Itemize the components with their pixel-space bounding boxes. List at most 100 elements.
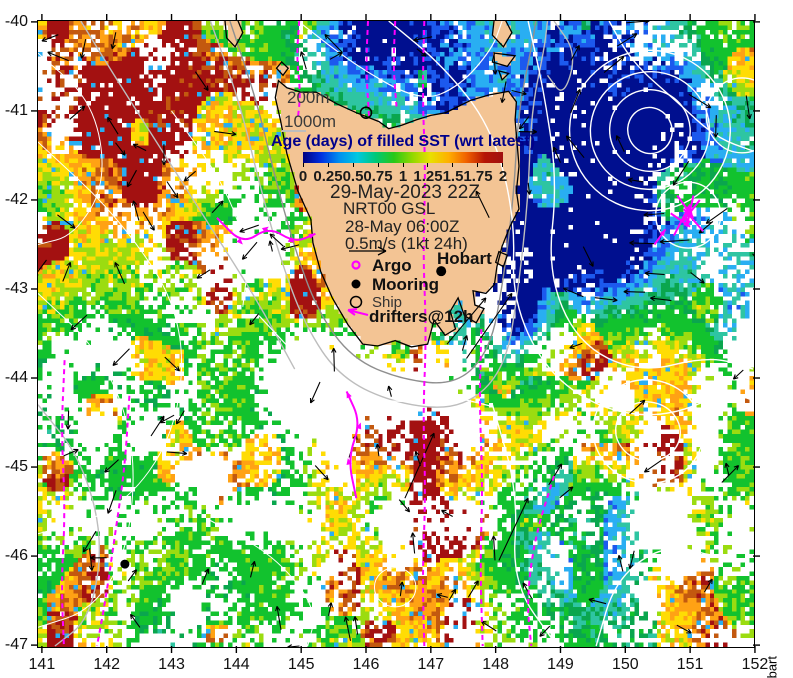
velocity-arrow	[627, 177, 644, 183]
drifter-track	[96, 395, 131, 647]
velocity-arrow	[461, 335, 469, 351]
y-tick-label: -40	[4, 12, 28, 30]
velocity-arrow	[629, 240, 656, 246]
colorbar-tick	[402, 163, 404, 167]
colorbar-tick-label: 0	[298, 168, 308, 185]
velocity-arrow	[399, 581, 405, 597]
velocity-arrow	[713, 115, 719, 138]
velocity-arrow	[518, 116, 530, 130]
drifter-track	[479, 328, 484, 647]
velocity-arrow	[166, 450, 188, 456]
x-tick-label: 150	[611, 656, 639, 673]
velocity-arrow	[491, 535, 497, 561]
colorbar-tick	[477, 163, 479, 167]
velocity-arrow	[142, 211, 155, 231]
velocity-arrow	[582, 246, 594, 267]
drifters-legend-label: drifters@12h	[369, 307, 474, 326]
coastline	[491, 52, 517, 68]
sst-contour-line	[258, 315, 493, 408]
velocity-arrow	[164, 356, 181, 372]
velocity-arrow	[448, 588, 457, 601]
y-tick-label: -42	[4, 190, 28, 208]
sst-contour-line	[38, 293, 134, 628]
colorbar-tick	[427, 163, 429, 167]
velocity-arrow	[69, 105, 86, 120]
velocity-arrow	[79, 38, 87, 59]
velocity-arrow	[175, 410, 185, 425]
velocity-arrow	[196, 269, 211, 279]
velocity-arrow	[239, 224, 259, 233]
velocity-arrow	[110, 32, 117, 50]
velocity-arrow	[414, 451, 422, 467]
x-tick-label: 152	[741, 656, 769, 673]
velocity-arrow	[732, 369, 744, 380]
x-tick-label: 147	[417, 656, 445, 673]
velocity-arrow	[650, 295, 672, 302]
velocity-arrow	[416, 48, 427, 57]
velocity-arrow	[690, 272, 705, 284]
depth-1000-label: 1000m	[284, 112, 336, 131]
drifter-track	[422, 21, 427, 647]
velocity-arrow	[62, 261, 72, 282]
velocity-arrow	[659, 239, 690, 245]
velocity-arrow	[570, 88, 581, 114]
map-overlay	[38, 21, 754, 647]
velocity-arrow	[150, 415, 165, 437]
mooring-legend-label: Mooring	[372, 275, 440, 294]
velocity-arrow	[201, 568, 210, 585]
velocity-arrow	[562, 287, 584, 298]
velocity-arrow	[352, 616, 359, 635]
x-tick-label: 145	[287, 656, 315, 673]
velocity-arrow	[211, 200, 224, 214]
velocity-arrow	[629, 399, 646, 415]
velocity-arrow	[183, 170, 197, 182]
velocity-arrow	[745, 95, 752, 120]
mooring-marker	[120, 559, 130, 569]
colorbar-tick	[303, 163, 304, 167]
x-tick-label: 151	[676, 656, 704, 673]
velocity-arrow	[107, 116, 119, 135]
drifter-track	[345, 390, 359, 499]
product-label: NRT00 GSL	[343, 199, 436, 218]
sst-contour-ring	[568, 49, 731, 212]
velocity-arrow	[327, 602, 334, 617]
drifter-track	[392, 21, 398, 107]
velocity-arrow	[623, 289, 646, 295]
velocity-arrow	[299, 51, 307, 70]
velocity-arrow	[249, 313, 260, 326]
velocity-arrow	[115, 142, 126, 156]
x-tick-label: 142	[93, 656, 121, 673]
colorbar-title: Age (days) of filled SST (wrt latest)	[270, 133, 536, 150]
velocity-arrow	[559, 486, 574, 499]
velocity-arrow	[63, 448, 79, 457]
y-tick-label: -41	[4, 101, 28, 119]
velocity-arrow	[617, 554, 624, 572]
velocity-arrow	[129, 613, 141, 628]
x-tick-label: 148	[482, 656, 509, 673]
colorbar-gradient	[303, 152, 503, 163]
velocity-arrow	[314, 465, 329, 481]
depth-1000-line-sample	[282, 130, 306, 132]
y-tick-label: -43	[4, 279, 28, 297]
velocity-arrow	[615, 135, 625, 152]
velocity-arrow	[724, 462, 730, 476]
x-tick-label: 141	[28, 656, 56, 673]
hobart-label: Hobart	[437, 249, 492, 268]
x-tick-label: 146	[352, 656, 380, 673]
sst-age-map-figure: 200m 1000m Age (days) of filled SST (wrt…	[0, 0, 793, 678]
drifter-track	[527, 475, 555, 647]
velocity-arrow	[112, 348, 130, 367]
x-tick-label: 143	[158, 656, 185, 673]
velocity-arrow	[643, 459, 662, 473]
velocity-arrow	[166, 181, 179, 199]
velocity-arrow	[548, 463, 563, 486]
velocity-arrow	[287, 644, 300, 647]
velocity-arrow	[688, 93, 712, 109]
velocity-arrow	[47, 51, 69, 62]
velocity-arrow	[65, 410, 71, 430]
sst-contour-line	[210, 520, 314, 647]
colorbar-tick	[377, 163, 379, 167]
velocity-arrow	[467, 580, 479, 598]
velocity-arrow	[161, 144, 167, 166]
map-plot-area	[37, 20, 755, 648]
